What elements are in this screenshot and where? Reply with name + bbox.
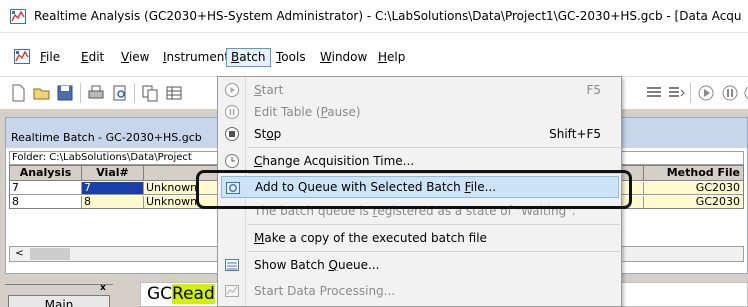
left-pane: x Main xyxy=(5,283,113,307)
print-icon[interactable] xyxy=(86,83,106,103)
clock-icon xyxy=(225,154,239,168)
main-button[interactable]: Main xyxy=(8,295,110,307)
status-text: GCRead xyxy=(147,284,215,304)
status-ready-text: Read xyxy=(172,284,215,304)
title-bar: Realtime Analysis (GC2030+HS-System Admi… xyxy=(0,0,748,33)
table-rows-icon[interactable] xyxy=(644,83,664,103)
pane-grip[interactable] xyxy=(5,284,113,293)
table-cell-method[interactable]: GC2030 xyxy=(644,196,743,208)
table-insert-icon[interactable] xyxy=(666,83,686,103)
menu-item-edit-table[interactable]: Edit Table (Pause) xyxy=(218,101,621,123)
toolbar-separator xyxy=(134,83,135,103)
open-folder-icon[interactable] xyxy=(32,83,52,103)
data-processing-icon xyxy=(225,285,239,297)
play-icon xyxy=(225,83,239,97)
print-preview-icon[interactable] xyxy=(110,83,130,103)
menu-edit[interactable]: Edit xyxy=(77,48,108,67)
table-cell-analysis[interactable]: 8 xyxy=(10,196,82,208)
scroll-left-arrow[interactable]: < xyxy=(11,248,28,260)
start-run-icon[interactable] xyxy=(696,83,716,103)
column-header-vial[interactable]: Vial# xyxy=(82,166,144,181)
menu-separator xyxy=(248,224,620,225)
menu-item-make-copy[interactable]: Make a copy of the executed batch file xyxy=(218,227,621,249)
table-cell-vial[interactable]: 7 xyxy=(82,182,144,195)
toolbar-separator xyxy=(80,83,81,103)
shortcut-start: F5 xyxy=(586,83,601,97)
scroll-thumb[interactable] xyxy=(30,248,70,260)
shortcut-stop: Shift+F5 xyxy=(549,127,601,141)
table-cell-method[interactable]: GC2030 xyxy=(644,182,743,195)
stop-icon xyxy=(225,127,239,141)
column-header-method-file[interactable]: Method File xyxy=(644,166,743,181)
menu-instrument[interactable]: Instrument xyxy=(159,48,233,67)
app-menu-icon[interactable] xyxy=(14,49,30,64)
table-cell-vial[interactable]: 8 xyxy=(82,196,144,208)
new-file-icon[interactable] xyxy=(8,83,28,103)
highlight-annotation xyxy=(196,170,632,209)
menu-item-start-data-processing[interactable]: Start Data Processing... xyxy=(218,280,621,302)
menu-item-stop[interactable]: Stop Shift+F5 xyxy=(218,123,621,145)
menu-help[interactable]: Help xyxy=(374,48,409,67)
pane-close-button[interactable]: x xyxy=(100,283,106,293)
menu-view[interactable]: View xyxy=(117,48,153,67)
save-icon[interactable] xyxy=(55,83,75,103)
menu-file[interactable]: File xyxy=(36,48,64,67)
menu-window[interactable]: Window xyxy=(316,48,371,67)
menu-separator xyxy=(248,147,620,148)
menu-item-change-acquisition-time[interactable]: Change Acquisition Time... xyxy=(218,150,621,172)
toolbar-separator xyxy=(690,83,691,103)
stop-run-icon[interactable] xyxy=(742,83,748,103)
app-icon xyxy=(10,9,26,24)
table-cell-analysis[interactable]: 7 xyxy=(10,182,82,195)
menu-tools[interactable]: Tools xyxy=(272,48,310,67)
menu-batch[interactable]: Batch xyxy=(226,48,271,67)
pause-icon xyxy=(225,105,239,119)
window-title: Realtime Analysis (GC2030+HS-System Admi… xyxy=(34,9,742,23)
grid-icon[interactable] xyxy=(164,83,184,103)
pause-run-icon[interactable] xyxy=(720,83,740,103)
menu-bar: File Edit View Instrument Batch Tools Wi… xyxy=(0,46,748,68)
column-header-analysis[interactable]: Analysis xyxy=(10,166,82,181)
menu-separator xyxy=(248,251,620,252)
menu-item-start[interactable]: Start F5 xyxy=(218,79,621,101)
copy-icon[interactable] xyxy=(140,83,160,103)
batch-queue-icon xyxy=(225,259,239,271)
menu-item-show-batch-queue[interactable]: Show Batch Queue... xyxy=(218,254,621,276)
